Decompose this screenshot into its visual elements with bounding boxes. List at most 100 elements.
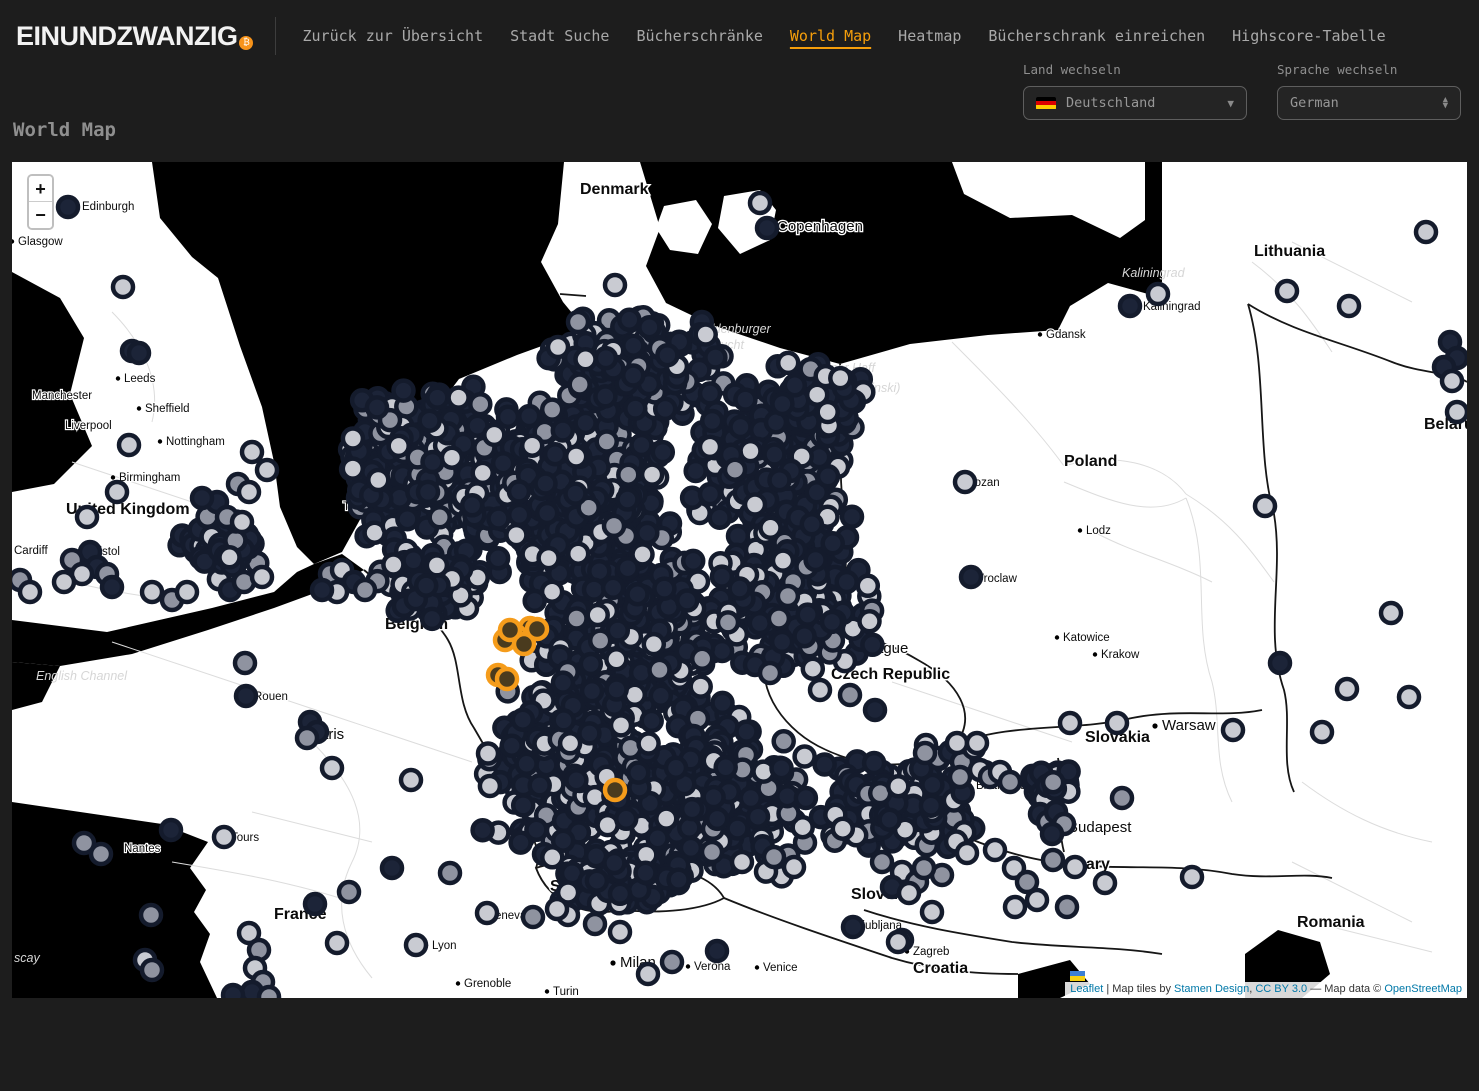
world-map[interactable]: United KingdomDenmarkNetherlandsBelgiumF…: [12, 162, 1467, 998]
map-marker[interactable]: [769, 609, 789, 629]
map-marker[interactable]: [506, 525, 526, 545]
map-marker[interactable]: [519, 406, 539, 426]
map-marker[interactable]: [656, 809, 676, 829]
language-select[interactable]: German ▲▼: [1277, 86, 1461, 120]
map-marker[interactable]: [449, 388, 469, 408]
map-marker[interactable]: [440, 863, 460, 883]
map-marker[interactable]: [539, 548, 559, 568]
map-marker[interactable]: [1255, 496, 1275, 516]
map-marker[interactable]: [761, 518, 781, 538]
map-marker[interactable]: [610, 884, 630, 904]
map-marker[interactable]: [397, 509, 417, 529]
cc-by-link[interactable]: CC BY 3.0: [1255, 983, 1307, 995]
map-marker[interactable]: [833, 819, 853, 839]
map-marker[interactable]: [312, 580, 332, 600]
map-marker[interactable]: [702, 842, 722, 862]
map-marker[interactable]: [636, 863, 656, 883]
map-marker[interactable]: [322, 758, 342, 778]
map-marker[interactable]: [823, 533, 843, 553]
map-marker[interactable]: [616, 809, 636, 829]
map-marker[interactable]: [367, 397, 387, 417]
map-marker[interactable]: [638, 964, 658, 984]
map-marker[interactable]: [1339, 296, 1359, 316]
map-marker[interactable]: [774, 731, 794, 751]
map-marker[interactable]: [628, 763, 648, 783]
map-marker[interactable]: [692, 649, 712, 669]
map-marker[interactable]: [683, 551, 703, 571]
map-marker[interactable]: [914, 858, 934, 878]
map-marker[interactable]: [623, 336, 643, 356]
map-marker[interactable]: [644, 634, 664, 654]
map-marker[interactable]: [655, 399, 675, 419]
map-marker[interactable]: [915, 743, 935, 763]
map-marker[interactable]: [778, 353, 798, 373]
orange-map-marker[interactable]: [497, 669, 517, 689]
map-marker[interactable]: [760, 663, 780, 683]
map-marker[interactable]: [525, 591, 545, 611]
map-marker[interactable]: [119, 435, 139, 455]
map-marker[interactable]: [548, 337, 568, 357]
map-marker[interactable]: [488, 548, 508, 568]
map-marker[interactable]: [603, 578, 623, 598]
map-marker[interactable]: [737, 722, 757, 742]
map-marker[interactable]: [394, 381, 414, 401]
map-marker[interactable]: [840, 685, 860, 705]
map-marker[interactable]: [581, 654, 601, 674]
map-marker[interactable]: [623, 366, 643, 386]
map-marker[interactable]: [1381, 603, 1401, 623]
orange-map-marker[interactable]: [500, 620, 520, 640]
map-marker[interactable]: [806, 550, 826, 570]
map-marker[interactable]: [750, 193, 770, 213]
map-marker[interactable]: [430, 507, 450, 527]
map-marker[interactable]: [418, 482, 438, 502]
map-marker[interactable]: [842, 507, 862, 527]
map-marker[interactable]: [837, 572, 857, 592]
map-marker[interactable]: [242, 442, 262, 462]
map-marker[interactable]: [862, 635, 882, 655]
map-marker[interactable]: [772, 632, 792, 652]
nav-item-einreichen[interactable]: Bücherschrank einreichen: [988, 27, 1205, 45]
map-marker[interactable]: [570, 375, 590, 395]
map-marker[interactable]: [58, 197, 78, 217]
map-marker[interactable]: [628, 584, 648, 604]
map-marker[interactable]: [606, 649, 626, 669]
map-marker[interactable]: [967, 733, 987, 753]
map-marker[interactable]: [696, 325, 716, 345]
map-marker[interactable]: [888, 932, 908, 952]
map-marker[interactable]: [252, 567, 272, 587]
map-marker[interactable]: [669, 870, 689, 890]
map-marker[interactable]: [259, 987, 279, 998]
map-marker[interactable]: [192, 488, 212, 508]
map-marker[interactable]: [950, 767, 970, 787]
map-marker[interactable]: [1416, 222, 1436, 242]
map-marker[interactable]: [691, 677, 711, 697]
map-marker[interactable]: [666, 758, 686, 778]
map-marker[interactable]: [416, 576, 436, 596]
map-marker[interactable]: [1148, 284, 1168, 304]
map-marker[interactable]: [537, 503, 557, 523]
map-marker[interactable]: [707, 941, 727, 961]
map-marker[interactable]: [741, 788, 761, 808]
nav-item-stadt-suche[interactable]: Stadt Suche: [510, 27, 609, 45]
map-marker[interactable]: [618, 558, 638, 578]
orange-map-marker[interactable]: [527, 619, 547, 639]
map-marker[interactable]: [1337, 679, 1357, 699]
map-marker[interactable]: [618, 465, 638, 485]
map-marker[interactable]: [795, 626, 815, 646]
map-marker[interactable]: [554, 710, 574, 730]
map-marker[interactable]: [478, 744, 498, 764]
map-marker[interactable]: [731, 417, 751, 437]
map-marker[interactable]: [1043, 772, 1063, 792]
map-marker[interactable]: [604, 516, 624, 536]
map-marker[interactable]: [523, 907, 543, 927]
nav-item-zurueck[interactable]: Zurück zur Übersicht: [302, 27, 483, 45]
map-marker[interactable]: [142, 960, 162, 980]
map-marker[interactable]: [579, 723, 599, 743]
map-marker[interactable]: [536, 474, 556, 494]
map-marker[interactable]: [239, 482, 259, 502]
map-marker[interactable]: [705, 348, 725, 368]
map-marker[interactable]: [513, 795, 533, 815]
map-marker[interactable]: [802, 514, 822, 534]
map-marker[interactable]: [860, 611, 880, 631]
map-marker[interactable]: [704, 787, 724, 807]
